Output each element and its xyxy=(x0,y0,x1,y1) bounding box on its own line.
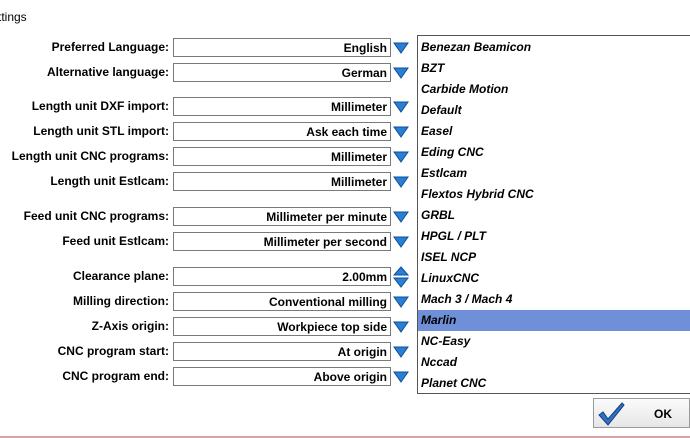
dropdown-arrow-icon[interactable] xyxy=(393,41,409,55)
dropdown-arrow-icon[interactable] xyxy=(393,320,409,334)
list-item[interactable]: GRBL xyxy=(418,205,690,226)
list-item[interactable]: Eding CNC xyxy=(418,142,690,163)
dropdown-arrow-icon[interactable] xyxy=(393,370,409,384)
list-item[interactable]: NC-Easy xyxy=(418,331,690,352)
z-origin-select[interactable]: Workpiece top side xyxy=(173,317,391,336)
setting-value: At origin xyxy=(337,345,387,359)
title-bar[interactable]: ttings xyxy=(0,0,690,34)
list-item[interactable]: BZT xyxy=(418,58,690,79)
list-item[interactable]: HPGL / PLT xyxy=(418,226,690,247)
dropdown-arrow-icon[interactable] xyxy=(393,100,409,114)
setting-value: Conventional milling xyxy=(268,295,387,309)
setting-label: Preferred Language: xyxy=(51,40,169,54)
window-title: ttings xyxy=(0,10,27,24)
list-item[interactable]: Carbide Motion xyxy=(418,79,690,100)
setting-value: 2.00mm xyxy=(342,270,387,284)
list-item[interactable]: Planet CNC xyxy=(418,373,690,393)
preferred-language-select[interactable]: English xyxy=(173,38,391,57)
setting-value: English xyxy=(343,41,387,55)
estlcam-unit-select[interactable]: Millimeter xyxy=(173,172,391,191)
setting-label: Length unit CNC programs: xyxy=(11,149,169,163)
cnc-unit-select[interactable]: Millimeter xyxy=(173,147,391,166)
list-item[interactable]: Default xyxy=(418,100,690,121)
setting-value: Ask each time xyxy=(306,125,387,139)
setting-value: Workpiece top side xyxy=(277,320,387,334)
setting-label: Alternative language: xyxy=(46,65,169,79)
setting-label: Z-Axis origin: xyxy=(91,319,169,333)
setting-value: Millimeter xyxy=(330,175,387,189)
list-item[interactable]: LinuxCNC xyxy=(418,268,690,289)
dropdown-arrow-icon[interactable] xyxy=(393,175,409,189)
stl-unit-select[interactable]: Ask each time xyxy=(173,122,391,141)
setting-label: Length unit Estlcam: xyxy=(50,174,169,188)
list-item[interactable]: Flextos Hybrid CNC xyxy=(418,184,690,205)
list-item[interactable]: Benezan Beamicon xyxy=(418,37,690,58)
setting-value: Millimeter per second xyxy=(263,235,387,249)
ok-label: OK xyxy=(654,407,672,421)
spinner-arrows-icon[interactable] xyxy=(393,266,409,288)
setting-value: Millimeter xyxy=(330,150,387,164)
dropdown-arrow-icon[interactable] xyxy=(393,125,409,139)
clearance-plane-input[interactable]: 2.00mm xyxy=(173,267,391,286)
dropdown-arrow-icon[interactable] xyxy=(393,150,409,164)
dxf-unit-select[interactable]: Millimeter xyxy=(173,97,391,116)
list-item-selected[interactable]: Marlin xyxy=(418,310,690,331)
list-item[interactable]: ISEL NCP xyxy=(418,247,690,268)
feed-estlcam-select[interactable]: Millimeter per second xyxy=(173,232,391,251)
setting-value: Above origin xyxy=(313,370,387,384)
cnc-controller-list[interactable]: Benezan Beamicon BZT Carbide Motion Defa… xyxy=(417,35,690,394)
setting-value: Millimeter xyxy=(330,100,387,114)
list-item[interactable]: Easel xyxy=(418,121,690,142)
ok-button[interactable]: OK xyxy=(593,398,690,428)
setting-value: Millimeter per minute xyxy=(266,210,387,224)
feed-cnc-select[interactable]: Millimeter per minute xyxy=(173,207,391,226)
setting-label: Length unit STL import: xyxy=(33,124,169,138)
alternative-language-select[interactable]: German xyxy=(173,63,391,82)
program-end-select[interactable]: Above origin xyxy=(173,367,391,386)
setting-label: Milling direction: xyxy=(73,294,169,308)
dropdown-arrow-icon[interactable] xyxy=(393,210,409,224)
setting-label: CNC program end: xyxy=(62,369,169,383)
dropdown-arrow-icon[interactable] xyxy=(393,66,409,80)
setting-label: Feed unit Estlcam: xyxy=(62,234,169,248)
list-item[interactable]: Estlcam xyxy=(418,163,690,184)
dropdown-arrow-icon[interactable] xyxy=(393,235,409,249)
setting-label: Clearance plane: xyxy=(72,269,169,283)
list-item[interactable]: Nccad xyxy=(418,352,690,373)
dropdown-arrow-icon[interactable] xyxy=(393,345,409,359)
milling-direction-select[interactable]: Conventional milling xyxy=(173,292,391,311)
setting-label: CNC program start: xyxy=(57,344,169,358)
setting-label: Feed unit CNC programs: xyxy=(23,209,169,223)
checkmark-icon xyxy=(598,402,625,426)
setting-label: Length unit DXF import: xyxy=(31,99,169,113)
setting-value: German xyxy=(341,66,387,80)
settings-window: ttings Preferred Language: English Alter… xyxy=(0,0,690,438)
program-start-select[interactable]: At origin xyxy=(173,342,391,361)
dropdown-arrow-icon[interactable] xyxy=(393,295,409,309)
list-item[interactable]: Mach 3 / Mach 4 xyxy=(418,289,690,310)
